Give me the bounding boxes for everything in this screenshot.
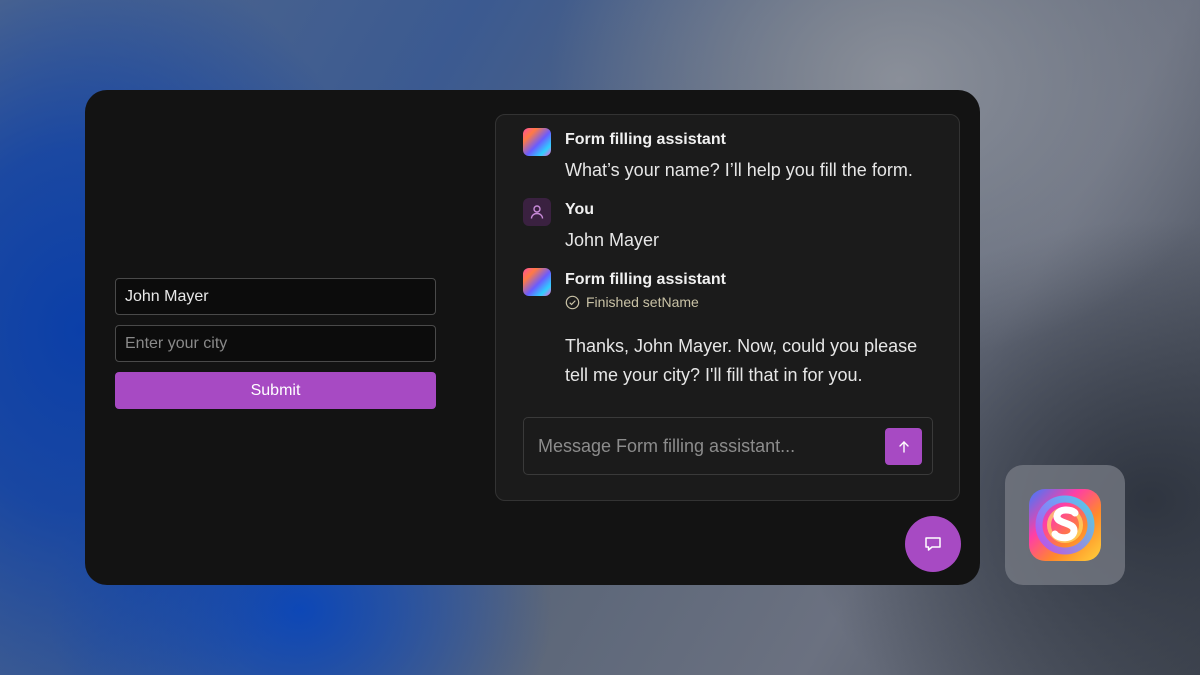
message-text: Thanks, John Mayer. Now, could you pleas… xyxy=(565,336,918,385)
assistant-avatar-icon xyxy=(523,128,551,156)
message-text: What’s your name? I’ll help you fill the… xyxy=(565,160,913,180)
chat-bubble-icon xyxy=(925,537,941,551)
swirl-s-logo-icon xyxy=(1029,489,1101,561)
app-launcher-icon[interactable] xyxy=(1005,465,1125,585)
chat-message-assistant: Form filling assistant Finished setName … xyxy=(523,268,943,393)
chat-toggle-button[interactable] xyxy=(905,516,961,572)
submit-button[interactable]: Submit xyxy=(115,372,436,409)
tool-status-label: Finished setName xyxy=(586,294,699,310)
message-sender: Form filling assistant xyxy=(565,271,726,288)
message-sender: You xyxy=(565,201,595,218)
tool-status: Finished setName xyxy=(565,294,699,310)
chat-message-user: You John Mayer xyxy=(523,198,943,258)
assistant-avatar-icon xyxy=(523,268,551,296)
city-field[interactable] xyxy=(115,325,436,362)
name-field[interactable] xyxy=(115,278,436,315)
app-card: Submit Form filling assistant What’s you… xyxy=(85,90,980,585)
message-composer xyxy=(523,417,933,475)
chat-message-assistant: Form filling assistant What’s your name?… xyxy=(523,128,943,188)
message-text: John Mayer xyxy=(565,230,660,250)
user-icon xyxy=(523,198,551,226)
chat-panel: Form filling assistant What’s your name?… xyxy=(495,114,960,501)
form-panel: Submit xyxy=(115,278,436,409)
send-button[interactable] xyxy=(885,428,922,465)
check-circle-icon xyxy=(565,295,580,309)
message-input[interactable] xyxy=(538,418,868,474)
arrow-up-icon xyxy=(898,440,909,453)
message-sender: Form filling assistant xyxy=(565,131,726,148)
